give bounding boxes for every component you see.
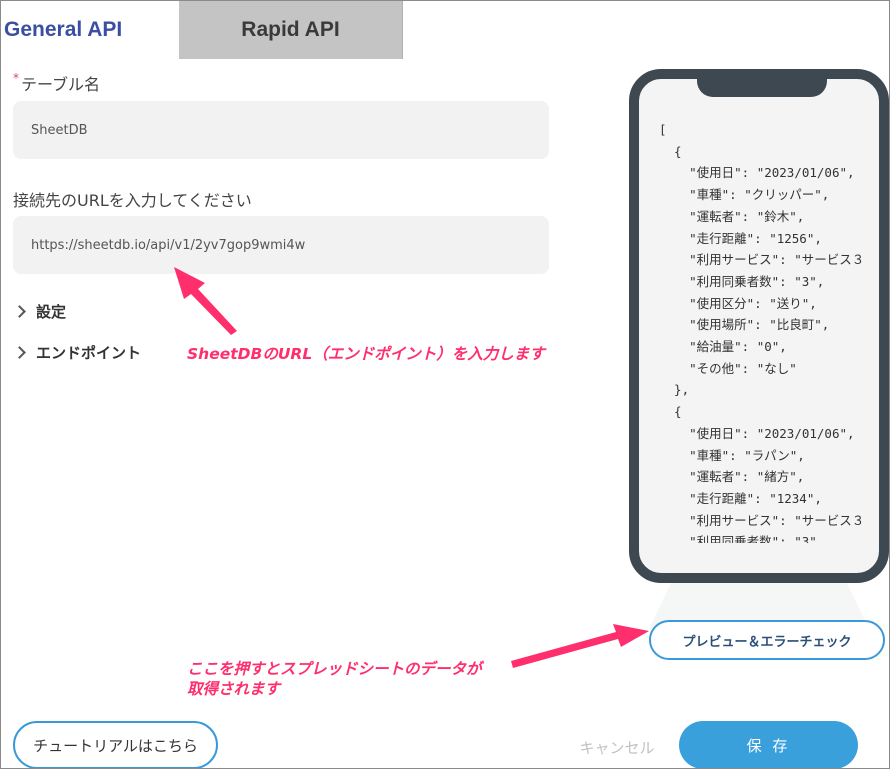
json-line: "給油量": "0",: [659, 339, 787, 355]
json-line: "使用区分": "送り",: [659, 295, 817, 311]
table-name-value: SheetDB: [31, 122, 88, 138]
chevron-right-icon: [13, 346, 26, 359]
url-input[interactable]: https://sheetdb.io/api/v1/2yv7gop9wmi4w: [13, 216, 549, 274]
preview-annotation: ここを押すとスプレッドシートのデータが 取得されます: [187, 659, 482, 699]
json-line: {: [659, 143, 682, 159]
json-line: },: [659, 382, 690, 398]
json-line: "利用同乗者数": "3": [659, 534, 817, 543]
required-mark: *: [13, 71, 19, 85]
json-line: "使用日": "2023/01/06",: [659, 425, 855, 441]
url-annotation: SheetDBのURL（エンドポイント）を入力します: [187, 345, 545, 363]
dialog: General API Rapid API * テーブル名 SheetDB 接続先…: [0, 0, 890, 769]
phone-preview: [ { "使用日": "2023/01/06", "車種": "クリッパー", …: [629, 69, 889, 583]
url-value: https://sheetdb.io/api/v1/2yv7gop9wmi4w: [31, 237, 306, 253]
url-label: 接続先のURLを入力してください: [13, 191, 252, 210]
json-line: "運転者": "鈴木",: [659, 208, 805, 224]
json-line: "使用日": "2023/01/06",: [659, 165, 855, 181]
json-line: "走行距離": "1256",: [659, 230, 822, 246]
save-button[interactable]: 保 存: [679, 721, 858, 768]
preview-annotation-line1: ここを押すとスプレッドシートのデータが: [187, 660, 482, 678]
json-line: "走行距離": "1234",: [659, 490, 822, 506]
table-name-label: * テーブル名: [13, 71, 100, 95]
settings-label: 設定: [36, 303, 67, 321]
endpoint-label: エンドポイント: [36, 344, 142, 362]
json-line: [: [659, 122, 667, 137]
json-line: {: [659, 404, 682, 420]
endpoint-toggle[interactable]: エンドポイント: [13, 342, 142, 363]
settings-toggle[interactable]: 設定: [13, 301, 67, 322]
table-name-input[interactable]: SheetDB: [13, 101, 549, 159]
cancel-button[interactable]: キャンセル: [567, 736, 667, 758]
json-line: "車種": "クリッパー",: [659, 187, 830, 203]
json-line: "車種": "ラパン",: [659, 447, 805, 463]
arrow-to-url-input: [174, 267, 237, 335]
chevron-right-icon: [13, 305, 26, 318]
json-line: "使用場所": "比良町",: [659, 317, 830, 333]
json-line: "利用サービス": "サービス３: [659, 512, 865, 528]
preview-annotation-line2: 取得されます: [187, 680, 281, 698]
tutorial-button[interactable]: チュートリアルはこちら: [13, 721, 218, 768]
table-name-label-text: テーブル名: [21, 75, 101, 94]
json-line: "その他": "なし": [659, 360, 797, 376]
json-line: "利用サービス": "サービス３: [659, 252, 865, 268]
json-line: "運転者": "緒方",: [659, 469, 805, 485]
phone-notch: [697, 69, 827, 97]
json-line: "利用同乗者数": "3",: [659, 273, 825, 289]
preview-error-check-button[interactable]: プレビュー＆エラーチェック: [649, 620, 885, 660]
json-preview[interactable]: [ { "使用日": "2023/01/06", "車種": "クリッパー", …: [659, 119, 879, 543]
tab-rapid-api[interactable]: Rapid API: [179, 1, 403, 59]
tab-general-api[interactable]: General API: [1, 1, 179, 59]
